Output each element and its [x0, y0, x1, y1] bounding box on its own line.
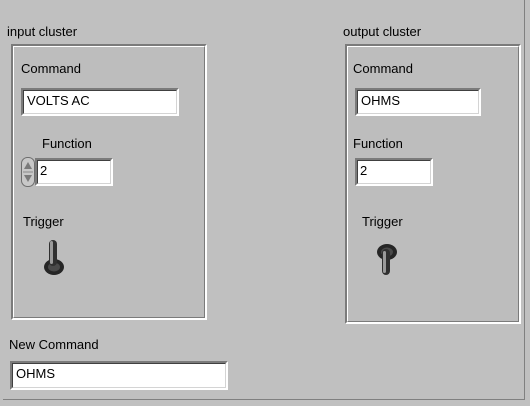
input-function-value: 2 — [40, 163, 48, 178]
input-function-label: Function — [42, 136, 92, 151]
output-command-field: OHMS — [355, 88, 481, 116]
output-command-label: Command — [353, 61, 413, 76]
input-command-field[interactable]: VOLTS AC — [21, 88, 179, 116]
output-function-value: 2 — [360, 163, 368, 178]
output-function-field: 2 — [355, 158, 433, 186]
output-function-label: Function — [353, 136, 403, 151]
input-cluster: Command VOLTS AC Function 2 Trigger — [11, 44, 207, 320]
input-cluster-title: input cluster — [7, 24, 78, 39]
new-command-label: New Command — [9, 337, 99, 352]
output-cluster: Command OHMS Function 2 Trigger — [345, 44, 521, 324]
input-command-label: Command — [21, 61, 81, 76]
output-trigger-label: Trigger — [362, 214, 403, 229]
input-trigger-label: Trigger — [23, 214, 64, 229]
output-command-value: OHMS — [361, 93, 400, 108]
increment-decrement-arrows-icon[interactable] — [21, 157, 35, 187]
trigger-toggle-switch[interactable] — [42, 236, 66, 276]
output-cluster-title: output cluster — [343, 24, 422, 39]
new-command-field: OHMS — [10, 361, 228, 390]
trigger-indicator-switch — [377, 244, 397, 275]
input-command-value: VOLTS AC — [27, 93, 90, 108]
front-panel: input cluster Command VOLTS AC Function … — [3, 0, 525, 400]
new-command-value: OHMS — [16, 366, 55, 381]
input-function-field[interactable]: 2 — [35, 158, 113, 186]
